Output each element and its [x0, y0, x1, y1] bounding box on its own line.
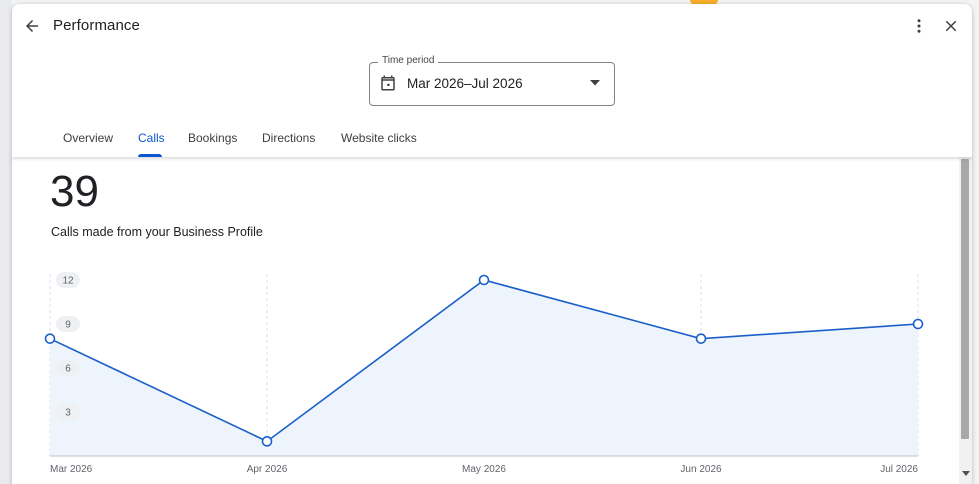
x-tick-label: Jul 2026	[880, 464, 918, 475]
background-left-strip	[0, 0, 12, 484]
y-tick-label: 12	[62, 276, 74, 287]
calls-line-chart: 3 6 9 12 Mar 2026 Apr 2026 May 2026 Jun 2026 Jul…	[44, 272, 924, 475]
tab-overview[interactable]: Overview	[63, 131, 113, 145]
data-point	[44, 333, 56, 344]
x-tick-label: May 2026	[462, 464, 506, 475]
y-tick-label: 3	[65, 408, 71, 419]
more-vert-icon	[917, 19, 921, 33]
time-period-value: Mar 2026–Jul 2026	[407, 76, 523, 91]
data-point	[261, 436, 273, 447]
tab-calls[interactable]: Calls	[138, 131, 165, 145]
active-tab-indicator	[138, 154, 162, 157]
scroll-down-arrow-icon[interactable]	[962, 471, 970, 476]
tab-website-clicks[interactable]: Website clicks	[341, 131, 417, 145]
arrow-back-icon	[26, 20, 38, 32]
dialog-header: Performance Time period Mar 2026–Jul 202…	[12, 4, 972, 157]
y-tick-label: 9	[65, 320, 71, 331]
data-point	[478, 274, 490, 286]
data-point	[912, 318, 924, 330]
time-period-label: Time period	[378, 55, 439, 66]
data-point	[695, 333, 707, 344]
performance-dialog: Performance Time period Mar 2026–Jul 202…	[12, 4, 972, 484]
back-button[interactable]	[18, 12, 46, 40]
x-tick-label: Mar 2026	[50, 464, 93, 475]
close-icon	[945, 20, 957, 32]
dialog-content: 39 Calls made from your Business Profile…	[12, 157, 972, 484]
x-tick-label: Apr 2026	[247, 464, 288, 475]
y-tick-label: 6	[65, 364, 71, 375]
more-options-button[interactable]	[905, 12, 933, 40]
x-tick-label: Jun 2026	[680, 464, 722, 475]
time-period-select[interactable]: Time period Mar 2026–Jul 2026	[369, 55, 615, 106]
calendar-icon	[381, 75, 395, 91]
vertical-scrollbar[interactable]	[959, 157, 972, 484]
tab-directions[interactable]: Directions	[262, 131, 315, 145]
arrow-drop-down-icon	[590, 80, 600, 86]
tab-bar: Overview Calls Bookings Directions Websi…	[12, 124, 972, 157]
close-button[interactable]	[937, 12, 965, 40]
chart-area	[50, 280, 918, 456]
scrollbar-thumb[interactable]	[961, 159, 969, 439]
dialog-title: Performance	[53, 17, 140, 34]
tab-bookings[interactable]: Bookings	[188, 131, 237, 145]
